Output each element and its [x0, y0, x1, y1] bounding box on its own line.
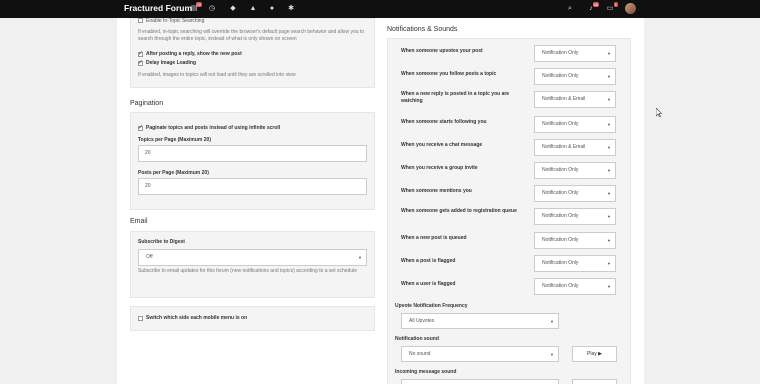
recent-icon[interactable]: ◷ — [207, 4, 217, 14]
notification-select[interactable]: Notification Only ▼ — [534, 232, 616, 249]
in-topic-search-help: If enabled, in-topic searching will over… — [138, 29, 365, 42]
follow-after-post-label: After posting a reply, show the new post — [146, 51, 242, 57]
topics-per-page-input[interactable]: 20 — [138, 145, 367, 162]
notification-row-label: When a new post is queued — [401, 235, 467, 241]
topics-per-page-label: Topics per Page (Maximum 20) — [138, 137, 211, 143]
notification-select-value: Notification Only — [542, 213, 579, 219]
chats-badge: 1 — [613, 2, 618, 7]
paginate-checkbox[interactable] — [138, 124, 143, 131]
unread-badge: 20 — [195, 2, 202, 7]
notification-select[interactable]: Notification Only ▼ — [534, 208, 616, 225]
notification-select-value: Notification Only — [542, 50, 579, 56]
forum-brand[interactable]: Fractured Forum — [124, 3, 192, 13]
chevron-down-icon: ▼ — [550, 352, 554, 357]
notification-select-value: Notification Only — [542, 73, 579, 79]
posts-per-page-input[interactable]: 20 — [138, 178, 367, 195]
mobile-menu-checkbox[interactable] — [138, 316, 143, 321]
chats-icon[interactable]: ▭ 1 — [605, 2, 618, 14]
avatar[interactable] — [625, 3, 636, 14]
digest-label: Subscribe to Digest — [138, 239, 185, 245]
chevron-down-icon: ▼ — [607, 51, 611, 56]
notification-select[interactable]: Notification Only ▼ — [534, 185, 616, 202]
posts-per-page-label: Posts per Page (Maximum 20) — [138, 170, 209, 176]
notification-select-value: Notification & Email — [542, 96, 586, 102]
chevron-down-icon: ▼ — [550, 319, 554, 324]
notification-row-label: When a post is flagged — [401, 258, 456, 264]
notifications-badge: 66 — [592, 2, 599, 7]
notification-row-label: When a new reply is posted in a topic yo… — [401, 91, 510, 104]
chevron-down-icon: ▼ — [607, 261, 611, 266]
popular-icon[interactable]: ▲ — [248, 4, 258, 14]
pagination-title: Pagination — [130, 100, 164, 107]
notifications-icon[interactable]: ♪ 66 — [586, 2, 599, 14]
delay-image-checkbox[interactable] — [138, 59, 143, 66]
chevron-down-icon: ▼ — [607, 214, 611, 219]
play-incoming-button[interactable] — [572, 379, 617, 384]
top-navbar: Fractured Forum ▤ 20 ◷ ◆ ▲ ● ✱ ⌕ ♪ 66 ▭ 1 — [0, 0, 760, 18]
chevron-down-icon: ▼ — [607, 74, 611, 79]
play-sound-button[interactable]: Play ▶ — [572, 346, 617, 362]
notification-select[interactable]: Notification Only ▼ — [534, 162, 616, 179]
chevron-down-icon: ▼ — [607, 191, 611, 196]
notification-select-value: Notification Only — [542, 260, 579, 266]
digest-select[interactable]: Off ▼ — [138, 249, 367, 266]
notification-select-value: Notification & Email — [542, 144, 586, 150]
users-icon[interactable]: ● — [267, 4, 277, 14]
upvote-freq-select[interactable]: All Upvotes ▼ — [401, 313, 559, 329]
notification-row-label: When someone starts following you — [401, 119, 487, 125]
chevron-down-icon: ▼ — [607, 122, 611, 127]
chevron-down-icon: ▼ — [358, 255, 362, 260]
in-topic-search-label: Enable In-Topic Searching — [146, 18, 205, 24]
digest-value: Off — [146, 254, 153, 260]
incoming-sound-label: Incoming message sound — [395, 369, 457, 375]
groups-icon[interactable]: ✱ — [286, 4, 296, 14]
notification-select[interactable]: Notification & Email ▼ — [534, 139, 616, 156]
notification-select[interactable]: Notification Only ▼ — [534, 68, 616, 85]
notification-row-label: When someone gets added to registration … — [401, 208, 517, 214]
chevron-down-icon: ▼ — [607, 168, 611, 173]
tags-icon[interactable]: ◆ — [228, 4, 238, 14]
notifications-title: Notifications & Sounds — [387, 26, 458, 33]
delay-image-label: Delay Image Loading — [146, 60, 197, 66]
notification-row-label: When you receive a group invite — [401, 165, 478, 171]
incoming-sound-select[interactable] — [401, 379, 559, 384]
notif-sound-label: Notification sound — [395, 336, 439, 342]
paginate-label: Paginate topics and posts instead of usi… — [146, 125, 281, 131]
notification-select[interactable]: Notification Only ▼ — [534, 116, 616, 133]
notification-select-value: Notification Only — [542, 190, 579, 196]
notification-select-value: Notification Only — [542, 237, 579, 243]
notification-select[interactable]: Notification Only ▼ — [534, 278, 616, 295]
in-topic-search-checkbox[interactable] — [138, 18, 143, 23]
notification-select[interactable]: Notification Only ▼ — [534, 45, 616, 62]
email-title: Email — [130, 218, 148, 225]
chevron-down-icon: ▼ — [607, 238, 611, 243]
search-icon[interactable]: ⌕ — [565, 4, 575, 14]
follow-after-post-checkbox[interactable] — [138, 50, 143, 57]
notification-select[interactable]: Notification & Email ▼ — [534, 91, 616, 108]
notification-select[interactable]: Notification Only ▼ — [534, 255, 616, 272]
mouse-cursor-icon — [656, 108, 662, 117]
upvote-freq-label: Upvote Notification Frequency — [395, 303, 468, 309]
chevron-down-icon: ▼ — [607, 284, 611, 289]
delay-image-help: If enabled, images in topics will not lo… — [138, 72, 296, 78]
notif-sound-value: No sound — [409, 351, 431, 357]
notification-select-value: Notification Only — [542, 283, 579, 289]
notification-select-value: Notification Only — [542, 167, 579, 173]
notif-sound-select[interactable]: No sound ▼ — [401, 346, 559, 362]
notification-row-label: When a user is flagged — [401, 281, 456, 287]
notification-row-label: When you receive a chat message — [401, 142, 483, 148]
unread-icon[interactable]: ▤ 20 — [189, 2, 202, 14]
notification-row-label: When someone upvotes your post — [401, 48, 483, 54]
chevron-down-icon: ▼ — [607, 145, 611, 150]
digest-help: Subscribe to email updates for this foru… — [138, 268, 358, 274]
notification-row-label: When someone mentions you — [401, 188, 472, 194]
upvote-freq-value: All Upvotes — [409, 318, 435, 324]
mobile-menu-label: Switch which side each mobile menu is on — [146, 315, 248, 321]
chevron-down-icon: ▼ — [607, 97, 611, 102]
notification-select-value: Notification Only — [542, 121, 579, 127]
notification-row-label: When someone you follow posts a topic — [401, 71, 497, 77]
